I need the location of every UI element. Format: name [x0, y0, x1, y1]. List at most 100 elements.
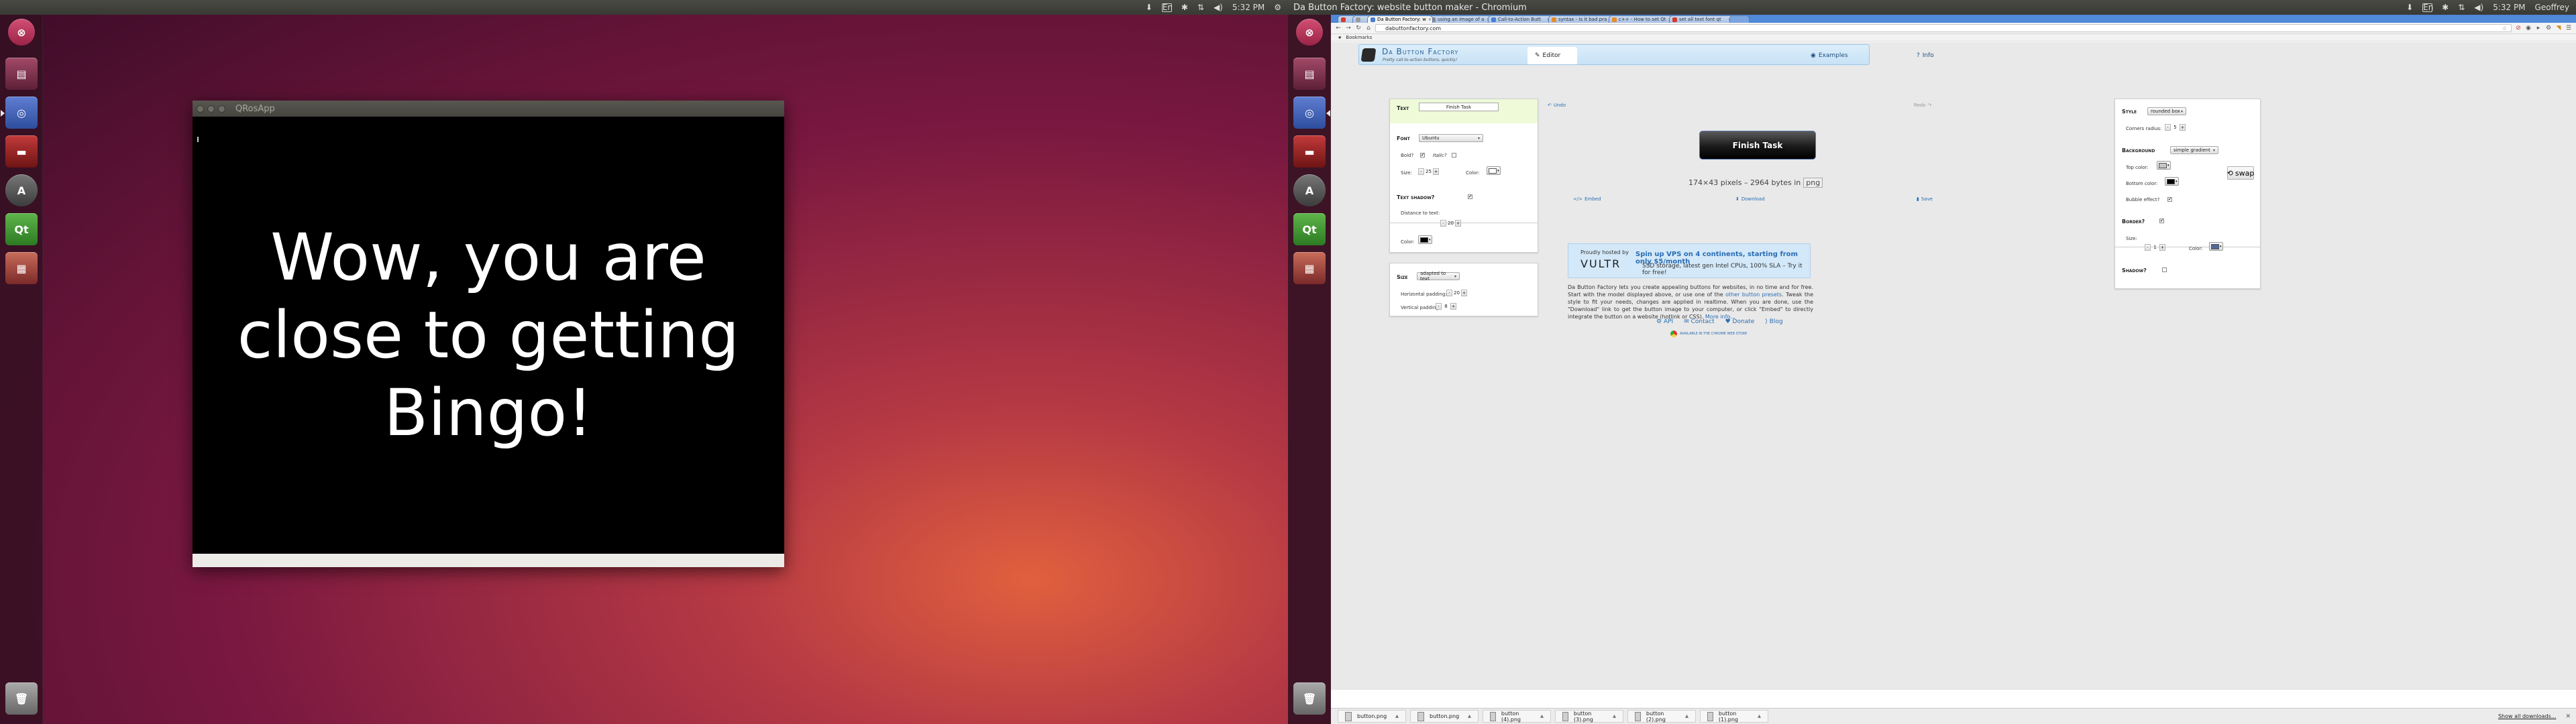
close-icon[interactable]: ✕ — [1428, 17, 1432, 22]
dropbox-icon[interactable]: ⬇ — [1146, 3, 1152, 12]
undo-button[interactable]: ↶ Undo — [1548, 103, 1566, 108]
decrement-button[interactable]: - — [1436, 302, 1442, 310]
bluetooth-icon[interactable]: ✱ — [2442, 3, 2449, 12]
hpad-value[interactable]: 20 — [1452, 290, 1461, 296]
extension-icon-3[interactable]: ⚙ — [2545, 25, 2552, 32]
border-size-value[interactable]: 1 — [2151, 244, 2159, 251]
tab-5[interactable]: set all text font qt✕ — [1669, 15, 1735, 23]
tab-3[interactable]: syntax - Is it bad pra✕ — [1548, 15, 1614, 23]
decrement-button[interactable]: - — [1440, 219, 1446, 227]
increment-button[interactable]: + — [1455, 219, 1461, 227]
contact-link[interactable]: ✉ Contact — [1684, 318, 1714, 325]
volume-icon[interactable]: ◀) — [2474, 3, 2483, 12]
reload-icon[interactable]: ↻ — [1355, 25, 1362, 32]
qtcreator-icon[interactable]: Qt — [5, 213, 38, 245]
shadow-checkbox[interactable] — [2162, 267, 2167, 272]
tab-2[interactable]: Call-to-Action Butt✕ — [1488, 15, 1554, 23]
extension-icon[interactable]: ◉ — [2525, 25, 2532, 32]
files-icon[interactable]: ▤ — [1293, 58, 1326, 90]
new-tab-button[interactable] — [1729, 15, 1750, 23]
embed-link[interactable]: </> Embed — [1573, 196, 1601, 202]
download-item[interactable]: button (3).png ▴ — [1555, 710, 1623, 723]
network-icon[interactable]: ⇅ — [1197, 3, 1204, 12]
app-icon[interactable]: ▦ — [1293, 252, 1326, 284]
format-select[interactable]: png — [1803, 178, 1823, 188]
menu-icon[interactable]: ☰ — [2565, 25, 2572, 32]
logo-icon[interactable] — [1360, 48, 1377, 62]
close-icon[interactable]: ✕ — [2565, 713, 2571, 720]
bookmarks-label[interactable]: Bookmarks — [1346, 35, 1372, 40]
chevron-down-icon[interactable]: ▴ — [1468, 713, 1471, 720]
software-center-icon[interactable]: A — [1293, 174, 1326, 206]
shadow-distance-value[interactable]: 20 — [1446, 220, 1455, 227]
rss-icon[interactable]: ◥ — [2555, 25, 2562, 32]
increment-button[interactable]: + — [2180, 123, 2186, 131]
top-color-picker[interactable]: ▾ — [2157, 161, 2171, 170]
background-select[interactable]: simple gradient — [2170, 146, 2218, 154]
files-icon[interactable]: ▤ — [5, 58, 38, 90]
style-select[interactable]: rounded box — [2147, 107, 2186, 115]
clock-2[interactable]: 5:32 PM — [2493, 3, 2525, 12]
star-icon[interactable]: ☆ — [2502, 25, 2507, 32]
chromium-icon[interactable]: ◎ — [5, 97, 38, 129]
download-link[interactable]: ⬇ Download — [1735, 196, 1765, 202]
chromium-icon[interactable]: ◎ — [1293, 97, 1326, 129]
increment-button[interactable]: + — [1433, 168, 1439, 175]
terminal-icon[interactable]: ▬ — [1293, 135, 1326, 168]
font-select[interactable]: Ubuntu — [1419, 134, 1483, 142]
chrome-store-badge[interactable]: AVAILABLE IN THE CHROME WEB STORE — [1670, 330, 1747, 337]
chevron-down-icon[interactable]: ▴ — [1540, 713, 1544, 720]
border-checkbox[interactable]: ✔ — [2159, 219, 2164, 223]
ublock-icon[interactable]: ⊘ — [2515, 25, 2522, 32]
back-icon[interactable]: ← — [1335, 25, 1342, 32]
save-link[interactable]: ▮ Save — [1917, 196, 1933, 202]
text-shadow-checkbox[interactable]: ✔ — [1468, 194, 1472, 199]
qtcreator-icon[interactable]: Qt — [1293, 213, 1326, 245]
trash-icon[interactable]: 🗑 — [1293, 682, 1326, 715]
text-input[interactable]: Finish Task — [1419, 103, 1499, 111]
download-item[interactable]: button.png ▴ — [1410, 710, 1479, 723]
maximize-icon[interactable] — [218, 105, 225, 113]
volume-icon[interactable]: ◀) — [1214, 3, 1223, 12]
forward-icon[interactable]: → — [1345, 25, 1352, 32]
home-icon[interactable]: ⌂ — [1365, 25, 1372, 32]
chevron-down-icon[interactable]: ▴ — [1685, 713, 1688, 720]
font-size-value[interactable]: 25 — [1424, 168, 1433, 175]
bookmark-folder-icon[interactable]: ★ — [1338, 35, 1342, 40]
user-name[interactable]: Geoffrey — [2535, 3, 2569, 12]
extension-icon-2[interactable]: ▸ — [2535, 25, 2542, 32]
donate-link[interactable]: ♥ Donate — [1725, 318, 1755, 325]
tab-0[interactable]: Da Button Factory: w ✕ — [1367, 15, 1433, 23]
api-link[interactable]: ⚙ API — [1656, 318, 1673, 325]
corners-value[interactable]: 5 — [2171, 124, 2180, 131]
increment-button[interactable]: + — [2159, 243, 2165, 251]
terminal-icon[interactable]: ▬ — [5, 135, 38, 168]
dash-home-icon[interactable]: ⊗ — [8, 19, 35, 46]
chevron-down-icon[interactable]: ▴ — [1395, 713, 1399, 720]
italic-checkbox[interactable] — [1452, 153, 1456, 158]
download-item[interactable]: button.png ▴ — [1338, 710, 1406, 723]
border-color-picker[interactable]: ▾ — [2209, 242, 2223, 251]
decrement-button[interactable]: - — [2145, 243, 2151, 251]
decrement-button[interactable]: - — [1418, 168, 1424, 175]
app-icon[interactable]: ▦ — [5, 252, 38, 284]
tab-1[interactable]: using an image of a ✕ — [1428, 15, 1493, 23]
download-item[interactable]: button (1).png ▴ — [1700, 710, 1768, 723]
bottom-color-picker[interactable]: ▾ — [2165, 177, 2179, 186]
software-center-icon[interactable]: A — [5, 174, 38, 206]
keyboard-icon[interactable]: En — [1161, 3, 1173, 12]
show-all-downloads-link[interactable]: Show all downloads... — [2498, 713, 2557, 719]
bubble-checkbox[interactable]: ✔ — [2167, 197, 2172, 202]
chevron-down-icon[interactable]: ▴ — [1758, 713, 1761, 720]
button-preview[interactable]: Finish Task — [1699, 131, 1816, 160]
shadow-color-picker[interactable]: ▾ — [1418, 235, 1432, 244]
url-bar[interactable]: dabuttonfactory.com ☆ — [1375, 24, 2512, 32]
site-title[interactable]: Da Button Factory — [1382, 47, 1458, 56]
window-titlebar[interactable]: QRosApp — [193, 101, 784, 117]
gear-icon[interactable]: ⚙ — [1274, 3, 1281, 12]
download-item[interactable]: button (4).png ▴ — [1483, 710, 1551, 723]
decrement-button[interactable]: - — [1446, 289, 1452, 296]
dropbox-icon[interactable]: ⬇ — [2406, 3, 2413, 12]
presets-link[interactable]: other button presets — [1725, 292, 1782, 298]
vultr-ad[interactable]: Proudly hosted by VULTR Spin up VPS on 4… — [1568, 243, 1811, 278]
